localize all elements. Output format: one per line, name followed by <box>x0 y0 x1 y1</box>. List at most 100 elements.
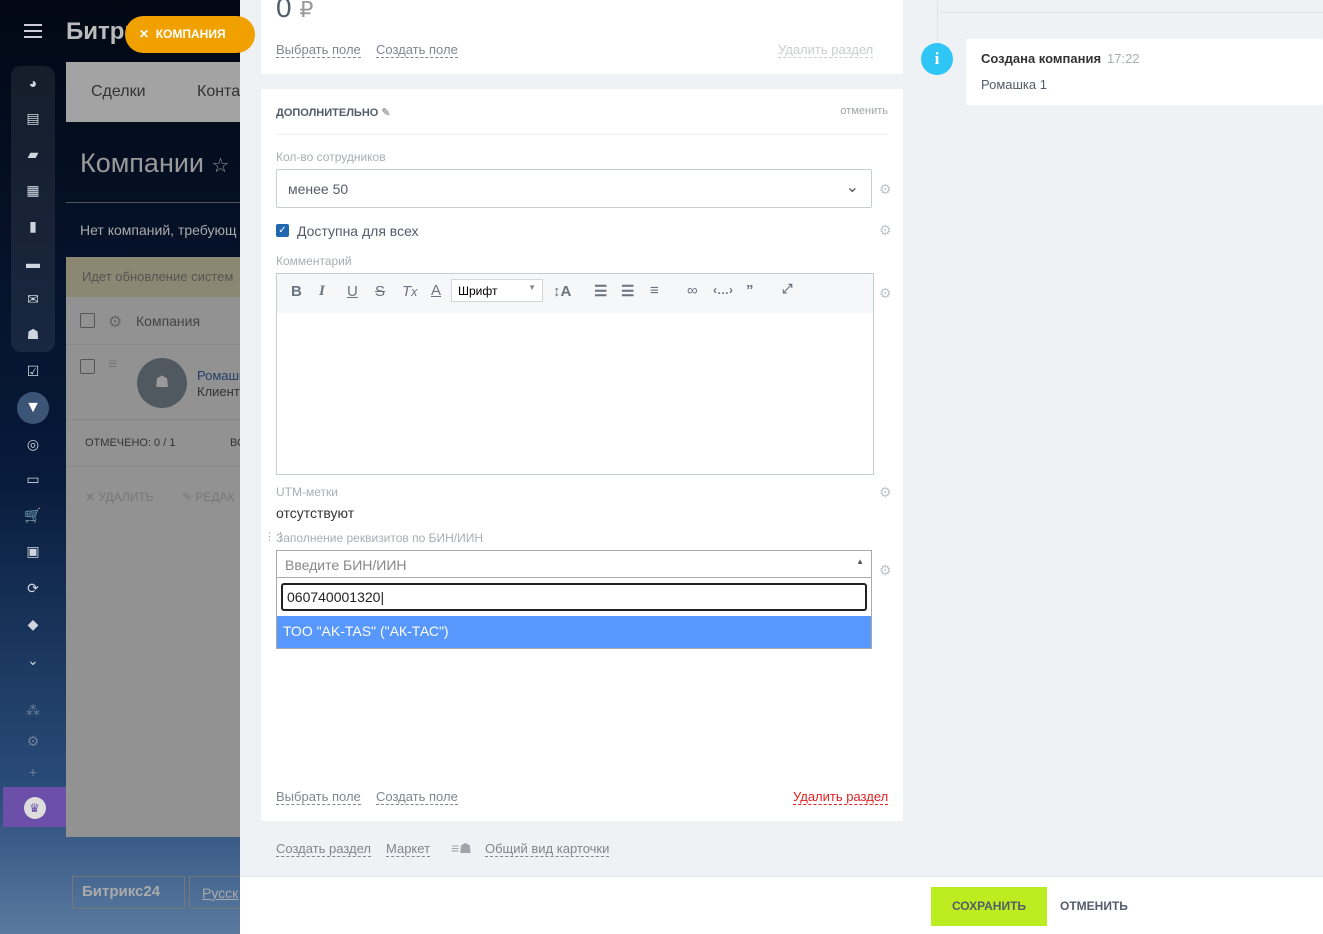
fullscreen-icon[interactable]: ⤢ <box>782 281 792 297</box>
company-avatar: ☗ <box>137 358 187 408</box>
sites-icon[interactable]: ▭ <box>22 471 44 487</box>
sync-icon[interactable]: ⟳ <box>22 580 44 596</box>
select-field-link[interactable]: Выбрать поле <box>276 789 361 805</box>
target-icon[interactable]: ◎ <box>22 436 44 452</box>
editor-toolbar: B I U S Tx A Шрифт ▼ ↕A ☰ ☰ ≡ ∞ ‹…› ” ⤢ <box>277 274 873 313</box>
quote-icon[interactable]: ” <box>746 282 754 299</box>
section-title: ДОПОЛНИТЕЛЬНО ✎ <box>276 107 391 119</box>
bin-select[interactable]: Введите БИН/ИИН ▲ 060740001320| ТОО "AK-T… <box>276 550 872 649</box>
cart-icon[interactable]: 🛒 <box>22 507 44 523</box>
save-button[interactable]: СОХРАНИТЬ <box>931 887 1047 926</box>
caret-up-icon: ▲ <box>856 557 864 566</box>
gear-icon[interactable]: ⚙ <box>108 312 122 332</box>
menu-icon[interactable] <box>24 24 42 38</box>
add-icon[interactable]: + <box>22 764 44 780</box>
marked-count: ОТМЕЧЕНО: 0 / 1 <box>85 437 176 449</box>
employees-label: Кол-во сотрудников <box>276 150 386 164</box>
upgrade-button[interactable]: ♛ <box>3 787 66 827</box>
delete-section-link[interactable]: Удалить раздел <box>793 789 889 805</box>
feed-icon[interactable]: ▤ <box>22 110 44 126</box>
tab-deals[interactable]: Сделки <box>91 83 146 101</box>
update-notice: Идет обновление систем <box>66 257 240 297</box>
delete-section-link[interactable]: Удалить раздел <box>778 42 874 58</box>
tasks-icon[interactable]: ☑ <box>22 363 44 379</box>
timeline-time: 17:22 <box>1107 51 1140 66</box>
comment-editor[interactable]: B I U S Tx A Шрифт ▼ ↕A ☰ ☰ ≡ ∞ ‹…› ” ⤢ <box>276 273 874 475</box>
mail-icon[interactable]: ✉ <box>22 291 44 307</box>
gear-icon[interactable]: ⚙ <box>879 484 892 501</box>
chevron-down-icon: ⌄ <box>845 179 859 196</box>
drive-icon[interactable]: ▬ <box>22 255 44 271</box>
more-icon[interactable]: ⌄ <box>22 652 44 668</box>
bin-option[interactable]: ТОО "AK-TAS" ("АК-ТАС") <box>277 616 871 648</box>
select-field-link[interactable]: Выбрать поле <box>276 42 361 58</box>
employees-select[interactable]: менее 50 ⌄ <box>276 169 872 208</box>
delete-button[interactable]: ✕ УДАЛИТЬ <box>85 490 154 504</box>
available-label: Доступна для всех <box>297 223 419 239</box>
structure-icon[interactable]: ⁂ <box>22 702 44 718</box>
drag-icon[interactable]: ≡ <box>108 356 117 374</box>
utm-value: отсутствуют <box>276 505 355 521</box>
font-select[interactable]: Шрифт ▼ <box>451 279 543 302</box>
bin-label: Заполнение реквизитов по БИН/ИИН <box>276 531 484 545</box>
timeline-item: Создана компания 17:22 Ромашка 1 <box>966 39 1323 105</box>
italic-icon[interactable]: I <box>319 283 325 300</box>
gear-icon[interactable]: ⚙ <box>879 562 892 579</box>
crm-tabs: Сделки Конта <box>66 62 240 122</box>
market-link[interactable]: Маркет <box>386 841 431 857</box>
create-field-link[interactable]: Создать поле <box>376 42 458 58</box>
tab-contacts[interactable]: Конта <box>197 83 240 101</box>
box-icon[interactable]: ◆ <box>22 616 44 632</box>
edit-icon[interactable]: ✎ <box>381 107 390 119</box>
top-section: 0 ₽ Выбрать поле Создать поле Удалить ра… <box>261 0 903 74</box>
utm-label: UTM-метки <box>276 485 338 499</box>
contacts-icon[interactable]: ▣ <box>22 543 44 559</box>
section-cancel-link[interactable]: отменить <box>840 105 888 117</box>
close-slider-button[interactable]: ✕ КОМПАНИЯ <box>125 16 255 53</box>
background-app: ◕ ▤ ▰ ▦ ▮ ▬ ✉ ☗ ☑ ▼ ◎ ▭ 🛒 ▣ ⟳ ◆ ⌄ ⁂ ⚙ + … <box>0 0 240 934</box>
company-slider: 0 ₽ Выбрать поле Создать поле Удалить ра… <box>240 0 1323 934</box>
notice: Нет компаний, требующ <box>80 222 237 238</box>
cancel-button[interactable]: ОТМЕНИТЬ <box>1060 887 1128 926</box>
bold-icon[interactable]: B <box>291 283 302 300</box>
groups-icon[interactable]: ☗ <box>22 326 44 342</box>
create-field-link[interactable]: Создать поле <box>376 789 458 805</box>
row-checkbox[interactable] <box>80 359 95 374</box>
clear-format-icon[interactable]: Tx <box>402 283 417 300</box>
docs-icon[interactable]: ▮ <box>22 218 44 234</box>
font-size-icon[interactable]: ↕A <box>553 283 571 300</box>
extra-section: ДОПОЛНИТЕЛЬНО ✎ отменить Кол-во сотрудни… <box>261 89 903 821</box>
font-color-icon[interactable]: A <box>431 282 441 299</box>
language-button[interactable]: Русск <box>189 876 240 909</box>
bin-select-value: Введите БИН/ИИН ▲ <box>277 551 871 578</box>
available-checkbox[interactable]: ✓ <box>276 224 289 237</box>
bullet-list-icon[interactable]: ☰ <box>621 282 634 300</box>
align-icon[interactable]: ≡ <box>650 282 659 299</box>
page-title: Компании ☆ <box>80 148 230 178</box>
gear-icon[interactable]: ⚙ <box>879 222 892 239</box>
gear-icon[interactable]: ⚙ <box>879 285 892 302</box>
card-view-link[interactable]: Общий вид карточки <box>485 841 610 857</box>
settings-icon[interactable]: ⚙ <box>22 733 44 749</box>
underline-icon[interactable]: U <box>347 283 358 300</box>
code-icon[interactable]: ‹…› <box>713 283 733 297</box>
footer-logo[interactable]: Битрикс24 <box>72 876 185 909</box>
company-link[interactable]: Ромашка <box>197 368 240 383</box>
edit-button[interactable]: ✎ РЕДАК <box>182 490 235 504</box>
total-count: ВС <box>230 437 240 449</box>
grid-header-company[interactable]: Компания <box>136 313 200 329</box>
info-icon: i <box>921 43 953 75</box>
chat-icon[interactable]: ▰ <box>22 146 44 162</box>
calendar-icon[interactable]: ▦ <box>22 182 44 198</box>
funnel-icon[interactable]: ▼ <box>17 392 49 424</box>
gear-icon[interactable]: ⚙ <box>879 181 892 198</box>
strike-icon[interactable]: S <box>375 283 385 300</box>
comment-label: Комментарий <box>276 254 352 268</box>
select-all-checkbox[interactable] <box>80 313 95 328</box>
link-icon[interactable]: ∞ <box>687 282 698 299</box>
crm-icon[interactable]: ◕ <box>22 75 44 91</box>
create-section-link[interactable]: Создать раздел <box>276 841 371 857</box>
ordered-list-icon[interactable]: ☰ <box>594 282 607 300</box>
bin-search-input[interactable]: 060740001320| <box>281 583 867 611</box>
timeline-title: Создана компания <box>981 51 1102 66</box>
